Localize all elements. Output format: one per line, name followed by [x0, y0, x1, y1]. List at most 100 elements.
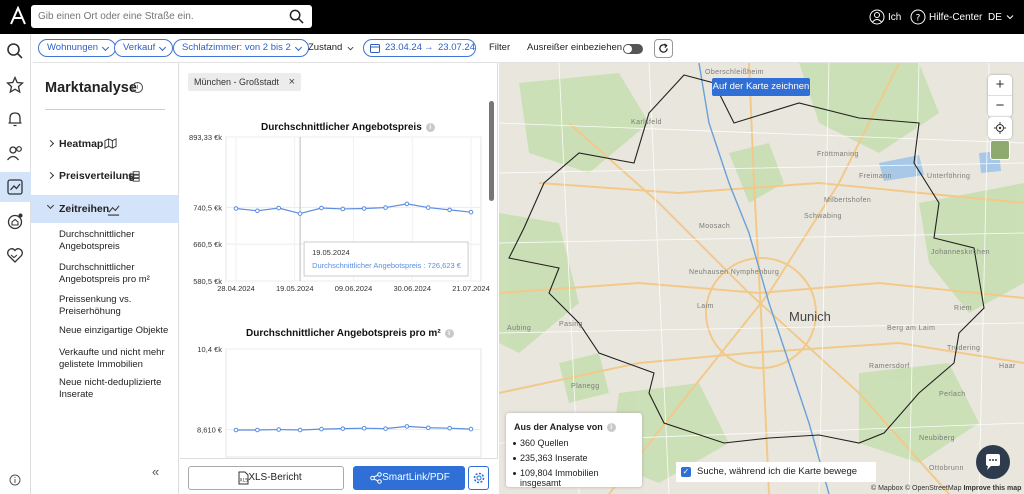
map-label: Pasing — [559, 321, 583, 328]
divider — [45, 109, 165, 110]
analysis-panel: Marktanalyse i Heatmap Preisverteilung $… — [31, 63, 179, 494]
svg-text:?: ? — [916, 14, 921, 24]
chevron-down-icon — [1006, 15, 1014, 20]
map-label: Milbertshofen — [824, 197, 872, 204]
stat-properties: 109,804 Immobilien insgesamt — [513, 468, 642, 488]
chart-scrollbar[interactable] — [489, 101, 494, 201]
date-range-picker[interactable]: 23.04.24 → 23.07.24 — [363, 39, 476, 57]
map-label: Moosach — [699, 223, 731, 230]
timeseries-icon — [107, 205, 120, 216]
property-type-dropdown[interactable]: Wohnungen — [38, 39, 117, 57]
sub-sold-delisted[interactable]: Verkaufte und nicht mehr gelistete Immob… — [59, 347, 174, 371]
chart-panel: München - Großstadt × Durchschnittlicher… — [180, 63, 498, 494]
outliers-toggle[interactable] — [623, 44, 643, 54]
data-point — [383, 205, 388, 210]
data-point — [468, 426, 474, 432]
arrow-right-icon: → — [424, 42, 434, 53]
nav-price-distribution[interactable]: Preisverteilung $ — [31, 163, 179, 189]
nav-timeseries-label: Zeitreihen — [59, 203, 110, 215]
search-while-moving-checkbox[interactable]: ✓ Suche, während ich die Karte bewege — [676, 462, 876, 482]
zoom-out-button[interactable]: − — [988, 96, 1012, 117]
y-tick-label: 10,4 €k — [197, 345, 222, 354]
rooms-dropdown[interactable]: Schlafzimmer: von 2 bis 2 — [173, 39, 309, 57]
help-center-link[interactable]: ? Hilfe-Center — [910, 9, 982, 25]
info-icon[interactable]: i — [425, 122, 435, 132]
analysis-stats-box: Aus der Analyse von i 360 Quellen 235,363… — [506, 413, 642, 488]
map-attribution[interactable]: © Mapbox © OpenStreetMap Improve this ma… — [871, 485, 1021, 492]
xls-report-button[interactable]: XLS XLS-Bericht — [188, 466, 344, 490]
export-settings-button[interactable] — [468, 466, 489, 490]
transaction-dropdown[interactable]: Verkauf — [114, 39, 174, 57]
search-icon[interactable] — [289, 9, 304, 24]
chart1-title: Durchschnittlicher Angebotspreis i — [261, 122, 435, 133]
export-bar: XLS XLS-Bericht SmartLink/PDF — [180, 458, 498, 494]
condition-dropdown[interactable]: Zustand — [308, 39, 354, 57]
handshake-icon[interactable] — [6, 246, 24, 264]
location-search[interactable] — [31, 5, 312, 28]
data-point — [468, 209, 474, 215]
avg-price-chart[interactable]: 893,33 €k740,5 €k660,5 €k580,5 €k28.04.2… — [180, 133, 498, 313]
help-icon: ? — [910, 9, 926, 25]
map-label: Berg am Laim — [887, 325, 936, 332]
star-icon[interactable] — [6, 76, 24, 94]
language-selector[interactable]: DE — [988, 9, 1017, 25]
date-to: 23.07.24 — [438, 42, 475, 53]
refresh-button[interactable] — [654, 39, 673, 58]
data-point — [255, 427, 260, 433]
close-icon[interactable]: × — [289, 73, 295, 91]
draw-on-map-button[interactable]: Auf der Karte zeichnen — [712, 78, 810, 96]
chevron-down-icon — [46, 201, 55, 210]
share-icon — [370, 472, 382, 484]
people-icon[interactable] — [6, 144, 24, 162]
sub-new-unique[interactable]: Neue einzigartige Objekte — [59, 325, 174, 337]
avg-price-sqm-chart[interactable]: 10,4 €k 8,610 € — [180, 339, 498, 459]
search-while-moving-label: Suche, während ich die Karte bewege — [697, 466, 858, 477]
stat-listings: 235,363 Inserate — [513, 453, 588, 463]
sub-avg-price[interactable]: Durchschnittlicher Angebotspreis — [59, 229, 174, 253]
map-label: Freimann — [859, 173, 892, 180]
tooltip-value: Durchschnittlicher Angebotspreis : 726,6… — [312, 261, 462, 270]
map-layer-toggle[interactable] — [990, 140, 1010, 160]
search-input[interactable] — [31, 5, 281, 28]
filter-bar: Wohnungen Verkauf Schlafzimmer: von 2 bi… — [33, 34, 1024, 63]
bell-icon[interactable] — [6, 110, 24, 128]
smartlink-pdf-button[interactable]: SmartLink/PDF — [353, 466, 465, 490]
info-icon[interactable]: i — [606, 423, 616, 433]
collapse-panel-button[interactable]: « — [152, 464, 159, 479]
app-logo-icon[interactable] — [8, 6, 28, 26]
sub-new-listings[interactable]: Neue nicht-deduplizierte Inserate — [59, 377, 174, 401]
info-icon[interactable] — [9, 474, 21, 486]
sub-avg-price-sqm[interactable]: Durchschnittlicher Angebotspreis pro m² — [59, 262, 174, 286]
info-icon[interactable]: i — [444, 328, 454, 338]
stat-sources: 360 Quellen — [513, 438, 569, 448]
zoom-in-button[interactable]: + — [988, 75, 1012, 96]
locate-button[interactable] — [988, 117, 1012, 139]
map-label: Laim — [697, 303, 714, 310]
map-label: Haar — [999, 363, 1016, 370]
map-label: Schwabing — [804, 213, 842, 220]
search-icon[interactable] — [6, 42, 24, 60]
checkbox-checked-icon: ✓ — [681, 467, 691, 477]
data-point — [340, 426, 346, 431]
info-icon[interactable]: i — [132, 82, 143, 93]
improve-map-link[interactable]: Improve this map — [963, 485, 1021, 492]
zoom-control: + − — [988, 75, 1012, 117]
sub-price-change[interactable]: Preissenkung vs. Preiserhöhung — [59, 294, 174, 318]
data-point — [276, 205, 282, 211]
nav-heatmap[interactable]: Heatmap — [31, 131, 179, 157]
filter-button[interactable]: Filter — [489, 39, 510, 57]
valuation-icon[interactable] — [6, 212, 24, 230]
language-label: DE — [988, 11, 1002, 23]
nav-timeseries[interactable]: Zeitreihen — [31, 195, 179, 223]
crosshair-icon — [994, 122, 1006, 134]
y-tick-label: 660,5 €k — [193, 240, 222, 249]
x-tick-label: 09.06.2024 — [335, 284, 373, 293]
svg-text:XLS: XLS — [240, 478, 249, 484]
chat-icon — [986, 454, 1000, 470]
map-label: Neubiberg — [919, 435, 955, 442]
user-menu[interactable]: Ich — [869, 9, 901, 25]
data-point — [404, 201, 410, 207]
map-view[interactable]: Karlsfeld Moosach Schwabing Neuhausen Ny… — [499, 63, 1024, 494]
market-analysis-icon[interactable] — [6, 178, 24, 196]
chat-button[interactable] — [976, 445, 1010, 479]
